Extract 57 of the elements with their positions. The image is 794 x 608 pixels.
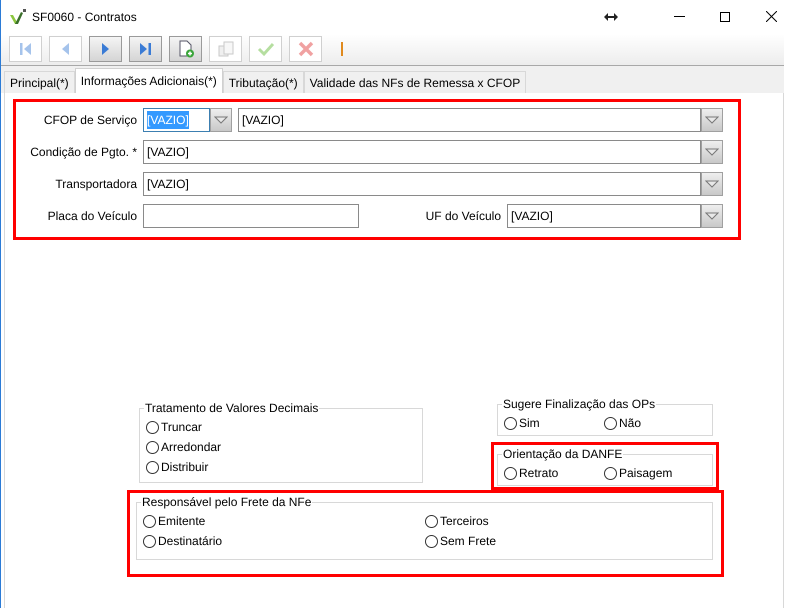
maximize-icon [720,12,730,22]
resize-cursor-icon [604,12,618,20]
previous-icon [62,43,69,55]
combo-field[interactable]: [VAZIO] [143,172,701,196]
field-label: Condição de Pgto. * [29,144,138,161]
toolbar-button[interactable] [129,36,162,62]
dropdown-button[interactable] [210,108,232,132]
toolbar-button[interactable] [89,36,122,62]
radio-option[interactable]: Emitente [143,511,425,531]
combo-field[interactable]: [VAZIO] [143,140,701,164]
tab[interactable]: Tributação(*) [222,71,304,93]
field-label: CFOP de Serviço [42,112,138,129]
dropdown-button[interactable] [701,204,723,228]
new-document-icon [176,40,194,58]
app-logo-icon [9,8,27,24]
radio-option[interactable]: Sim [504,413,604,433]
radio-option[interactable]: Distribuir [146,457,416,477]
caret-icon [705,212,719,220]
dropdown-button[interactable] [701,108,723,132]
copy-icon [216,40,234,58]
check-icon [256,40,274,58]
radio-option[interactable]: Arredondar [146,437,416,457]
close-icon [766,11,776,22]
caret-icon [705,148,719,156]
radio-option[interactable]: Retrato [504,463,604,483]
group-title: Orientação da DANFE [502,446,624,463]
next-icon [102,43,109,55]
field-label: Transportadora [54,176,138,193]
tab[interactable]: Principal(*) [4,71,75,93]
radio-option[interactable]: Sem Frete [425,531,706,551]
radio-option[interactable]: Não [604,413,706,433]
input-field[interactable] [143,204,359,228]
description-field[interactable]: [VAZIO] [238,108,701,132]
last-record-icon [140,43,151,55]
tab[interactable]: Validade das NFs de Remessa x CFOP [304,71,526,93]
combo-field[interactable]: [VAZIO] [507,204,701,228]
group-title: Tratamento de Valores Decimais [144,400,320,417]
dropdown-button[interactable] [701,140,723,164]
radio-option[interactable]: Truncar [146,417,416,437]
group-title: Responsável pelo Frete da NFe [141,494,312,511]
radio-option[interactable]: Destinatário [143,531,425,551]
field-label: Placa do Veículo [46,208,138,225]
close-icon [296,40,314,58]
radio-option[interactable]: Paisagem [604,463,706,483]
field-label: UF do Veículo [424,208,502,225]
toolbar-button[interactable] [169,36,202,62]
tab[interactable]: Informações Adicionais(*) [74,68,223,93]
caret-icon [214,116,228,124]
dropdown-button[interactable] [701,172,723,196]
group-title: Sugere Finalização das OPs [502,396,656,413]
separator-mark [341,42,343,56]
minimize-icon [674,16,684,17]
caret-icon [705,180,719,188]
caret-icon [705,116,719,124]
radio-option[interactable]: Terceiros [425,511,706,531]
first-record-icon [20,43,31,55]
window-title: SF0060 - Contratos [32,8,137,26]
